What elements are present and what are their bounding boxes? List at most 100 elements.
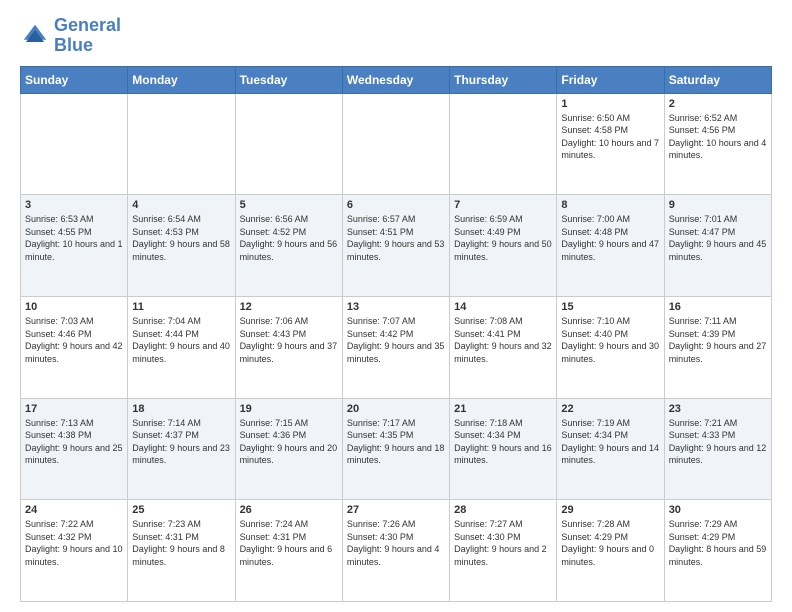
calendar-day-cell: 25 Sunrise: 7:23 AM Sunset: 4:31 PM Dayli… — [128, 500, 235, 602]
day-number: 24 — [25, 504, 123, 516]
day-number: 20 — [347, 403, 445, 415]
day-info: Sunrise: 7:18 AM Sunset: 4:34 PM Dayligh… — [454, 417, 552, 467]
header: General Blue — [20, 16, 772, 56]
day-number: 9 — [669, 199, 767, 211]
logo: General Blue — [20, 16, 121, 56]
day-info: Sunrise: 7:10 AM Sunset: 4:40 PM Dayligh… — [561, 315, 659, 365]
day-info: Sunrise: 6:56 AM Sunset: 4:52 PM Dayligh… — [240, 213, 338, 263]
day-info: Sunrise: 6:50 AM Sunset: 4:58 PM Dayligh… — [561, 112, 659, 162]
day-number: 7 — [454, 199, 552, 211]
day-number: 6 — [347, 199, 445, 211]
calendar-day-cell — [342, 93, 449, 195]
calendar-day-cell: 16 Sunrise: 7:11 AM Sunset: 4:39 PM Dayli… — [664, 296, 771, 398]
calendar-header-cell: Friday — [557, 66, 664, 93]
day-number: 28 — [454, 504, 552, 516]
day-number: 26 — [240, 504, 338, 516]
day-number: 11 — [132, 301, 230, 313]
day-number: 25 — [132, 504, 230, 516]
day-info: Sunrise: 7:00 AM Sunset: 4:48 PM Dayligh… — [561, 213, 659, 263]
calendar-day-cell: 27Sunrise: 7:26 AM Sunset: 4:30 PM Dayli… — [342, 500, 449, 602]
day-info: Sunrise: 7:13 AM Sunset: 4:38 PM Dayligh… — [25, 417, 123, 467]
calendar-day-cell: 11 Sunrise: 7:04 AM Sunset: 4:44 PM Dayli… — [128, 296, 235, 398]
calendar-day-cell: 15 Sunrise: 7:10 AM Sunset: 4:40 PM Dayli… — [557, 296, 664, 398]
calendar-day-cell: 23 Sunrise: 7:21 AM Sunset: 4:33 PM Dayli… — [664, 398, 771, 500]
calendar-day-cell: 10 Sunrise: 7:03 AM Sunset: 4:46 PM Dayli… — [21, 296, 128, 398]
calendar-day-cell — [128, 93, 235, 195]
day-number: 19 — [240, 403, 338, 415]
calendar-week-row: 17 Sunrise: 7:13 AM Sunset: 4:38 PM Dayli… — [21, 398, 772, 500]
calendar-day-cell: 30 Sunrise: 7:29 AM Sunset: 4:29 PM Dayli… — [664, 500, 771, 602]
calendar-week-row: 3Sunrise: 6:53 AM Sunset: 4:55 PM Daylig… — [21, 195, 772, 297]
calendar-header-row: SundayMondayTuesdayWednesdayThursdayFrid… — [21, 66, 772, 93]
day-info: Sunrise: 7:01 AM Sunset: 4:47 PM Dayligh… — [669, 213, 767, 263]
calendar-header-cell: Monday — [128, 66, 235, 93]
calendar-day-cell: 3Sunrise: 6:53 AM Sunset: 4:55 PM Daylig… — [21, 195, 128, 297]
calendar-day-cell: 19Sunrise: 7:15 AM Sunset: 4:36 PM Dayli… — [235, 398, 342, 500]
calendar-day-cell — [450, 93, 557, 195]
day-info: Sunrise: 7:14 AM Sunset: 4:37 PM Dayligh… — [132, 417, 230, 467]
day-info: Sunrise: 7:07 AM Sunset: 4:42 PM Dayligh… — [347, 315, 445, 365]
calendar-day-cell: 24 Sunrise: 7:22 AM Sunset: 4:32 PM Dayli… — [21, 500, 128, 602]
calendar-table: SundayMondayTuesdayWednesdayThursdayFrid… — [20, 66, 772, 602]
day-info: Sunrise: 7:19 AM Sunset: 4:34 PM Dayligh… — [561, 417, 659, 467]
day-number: 14 — [454, 301, 552, 313]
calendar-header-cell: Sunday — [21, 66, 128, 93]
day-number: 23 — [669, 403, 767, 415]
calendar-day-cell: 9 Sunrise: 7:01 AM Sunset: 4:47 PM Daylig… — [664, 195, 771, 297]
calendar-day-cell — [21, 93, 128, 195]
day-info: Sunrise: 7:23 AM Sunset: 4:31 PM Dayligh… — [132, 518, 230, 568]
day-info: Sunrise: 6:57 AM Sunset: 4:51 PM Dayligh… — [347, 213, 445, 263]
day-number: 10 — [25, 301, 123, 313]
day-info: Sunrise: 6:54 AM Sunset: 4:53 PM Dayligh… — [132, 213, 230, 263]
day-info: Sunrise: 7:08 AM Sunset: 4:41 PM Dayligh… — [454, 315, 552, 365]
calendar-day-cell: 4 Sunrise: 6:54 AM Sunset: 4:53 PM Daylig… — [128, 195, 235, 297]
day-info: Sunrise: 6:59 AM Sunset: 4:49 PM Dayligh… — [454, 213, 552, 263]
day-info: Sunrise: 7:06 AM Sunset: 4:43 PM Dayligh… — [240, 315, 338, 365]
day-number: 18 — [132, 403, 230, 415]
calendar-day-cell: 17 Sunrise: 7:13 AM Sunset: 4:38 PM Dayli… — [21, 398, 128, 500]
day-number: 3 — [25, 199, 123, 211]
calendar-header-cell: Tuesday — [235, 66, 342, 93]
day-number: 8 — [561, 199, 659, 211]
calendar-day-cell: 22Sunrise: 7:19 AM Sunset: 4:34 PM Dayli… — [557, 398, 664, 500]
day-number: 12 — [240, 301, 338, 313]
day-number: 17 — [25, 403, 123, 415]
calendar-week-row: 1Sunrise: 6:50 AM Sunset: 4:58 PM Daylig… — [21, 93, 772, 195]
day-info: Sunrise: 7:04 AM Sunset: 4:44 PM Dayligh… — [132, 315, 230, 365]
calendar-day-cell: 8 Sunrise: 7:00 AM Sunset: 4:48 PM Daylig… — [557, 195, 664, 297]
day-number: 15 — [561, 301, 659, 313]
day-number: 16 — [669, 301, 767, 313]
calendar-day-cell: 12 Sunrise: 7:06 AM Sunset: 4:43 PM Dayli… — [235, 296, 342, 398]
calendar-day-cell: 20Sunrise: 7:17 AM Sunset: 4:35 PM Dayli… — [342, 398, 449, 500]
calendar-day-cell: 18 Sunrise: 7:14 AM Sunset: 4:37 PM Dayli… — [128, 398, 235, 500]
logo-icon — [20, 21, 50, 51]
logo-text: General Blue — [54, 16, 121, 56]
day-info: Sunrise: 7:29 AM Sunset: 4:29 PM Dayligh… — [669, 518, 767, 568]
day-info: Sunrise: 7:03 AM Sunset: 4:46 PM Dayligh… — [25, 315, 123, 365]
calendar-day-cell — [235, 93, 342, 195]
calendar-day-cell: 5Sunrise: 6:56 AM Sunset: 4:52 PM Daylig… — [235, 195, 342, 297]
day-info: Sunrise: 7:24 AM Sunset: 4:31 PM Dayligh… — [240, 518, 338, 568]
calendar-week-row: 10 Sunrise: 7:03 AM Sunset: 4:46 PM Dayli… — [21, 296, 772, 398]
day-info: Sunrise: 7:11 AM Sunset: 4:39 PM Dayligh… — [669, 315, 767, 365]
calendar-day-cell: 7 Sunrise: 6:59 AM Sunset: 4:49 PM Daylig… — [450, 195, 557, 297]
calendar-header-cell: Wednesday — [342, 66, 449, 93]
day-number: 4 — [132, 199, 230, 211]
day-number: 30 — [669, 504, 767, 516]
calendar-body: 1Sunrise: 6:50 AM Sunset: 4:58 PM Daylig… — [21, 93, 772, 601]
day-number: 2 — [669, 98, 767, 110]
calendar-day-cell: 13Sunrise: 7:07 AM Sunset: 4:42 PM Dayli… — [342, 296, 449, 398]
day-info: Sunrise: 7:21 AM Sunset: 4:33 PM Dayligh… — [669, 417, 767, 467]
page: General Blue SundayMondayTuesdayWednesda… — [0, 0, 792, 612]
day-info: Sunrise: 6:52 AM Sunset: 4:56 PM Dayligh… — [669, 112, 767, 162]
calendar-day-cell: 2 Sunrise: 6:52 AM Sunset: 4:56 PM Daylig… — [664, 93, 771, 195]
calendar-day-cell: 26 Sunrise: 7:24 AM Sunset: 4:31 PM Dayli… — [235, 500, 342, 602]
calendar-day-cell: 6 Sunrise: 6:57 AM Sunset: 4:51 PM Daylig… — [342, 195, 449, 297]
calendar-header-cell: Thursday — [450, 66, 557, 93]
calendar-header-cell: Saturday — [664, 66, 771, 93]
day-number: 27 — [347, 504, 445, 516]
calendar-week-row: 24 Sunrise: 7:22 AM Sunset: 4:32 PM Dayli… — [21, 500, 772, 602]
day-info: Sunrise: 7:22 AM Sunset: 4:32 PM Dayligh… — [25, 518, 123, 568]
calendar-day-cell: 28Sunrise: 7:27 AM Sunset: 4:30 PM Dayli… — [450, 500, 557, 602]
calendar-day-cell: 1Sunrise: 6:50 AM Sunset: 4:58 PM Daylig… — [557, 93, 664, 195]
